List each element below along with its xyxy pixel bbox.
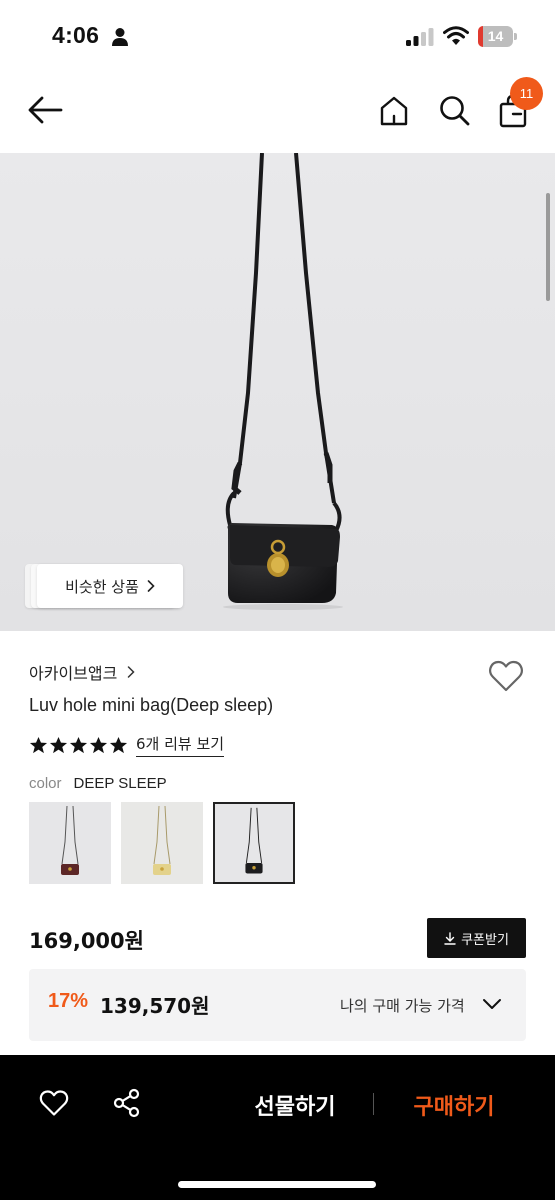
my-price-label: 나의 구매 가능 가격: [340, 997, 465, 1015]
color-selector-label: color DEEP SLEEP: [29, 775, 167, 792]
color-options: [29, 802, 295, 884]
view-reviews-link[interactable]: 6개 리뷰 보기: [136, 733, 225, 757]
divider: [373, 1093, 374, 1115]
rating-row: 6개 리뷰 보기: [29, 733, 225, 757]
download-icon: [444, 931, 456, 945]
product-title: Luv hole mini bag(Deep sleep): [29, 695, 274, 715]
image-scroll-indicator: [546, 193, 550, 301]
chevron-right-icon: [147, 580, 155, 592]
cart-count-badge: 11: [510, 77, 543, 110]
color-option-butter[interactable]: [121, 802, 203, 884]
top-nav: 11: [0, 75, 555, 153]
get-coupon-button[interactable]: 쿠폰받기: [427, 918, 526, 958]
star-icon: [29, 736, 48, 753]
star-icon: [89, 736, 108, 753]
battery-icon: 14: [478, 26, 518, 47]
person-icon: [112, 28, 128, 46]
product-image[interactable]: 비슷한 상품: [0, 153, 555, 631]
color-option-deep-sleep[interactable]: [213, 802, 295, 884]
my-price-panel[interactable]: 17% 139,570원 나의 구매 가능 가격: [29, 969, 526, 1041]
star-rating: [29, 736, 128, 755]
status-bar: 4:06 14: [0, 0, 555, 75]
brand-link[interactable]: 아카이브앱크: [29, 660, 135, 684]
heart-icon[interactable]: [39, 1089, 69, 1117]
star-icon: [109, 736, 128, 753]
star-icon: [69, 736, 88, 753]
share-icon[interactable]: [113, 1088, 141, 1118]
home-indicator: [178, 1181, 376, 1188]
chevron-right-icon: [128, 666, 135, 678]
brand-name: 아카이브앱크: [29, 664, 118, 683]
thumbnail-image: [215, 804, 293, 882]
buy-button[interactable]: 구매하기: [395, 1089, 513, 1121]
star-icon: [49, 736, 68, 753]
status-time: 4:06: [52, 22, 100, 48]
discount-rate: 17%: [48, 990, 89, 1012]
color-option-burgundy[interactable]: [29, 802, 111, 884]
get-coupon-label: 쿠폰받기: [461, 932, 509, 948]
color-label: color: [29, 775, 62, 792]
sale-price: 139,570원: [100, 994, 210, 1018]
original-price: 169,000원: [29, 929, 144, 953]
gift-button[interactable]: 선물하기: [235, 1089, 355, 1121]
home-icon[interactable]: [378, 95, 410, 127]
thumbnail-image: [29, 802, 111, 884]
back-arrow-icon[interactable]: [27, 95, 63, 125]
bottom-action-bar: 선물하기 구매하기: [0, 1055, 555, 1200]
search-icon[interactable]: [438, 94, 470, 126]
battery-percentage: 14: [487, 28, 504, 44]
wifi-icon: [443, 26, 469, 45]
thumbnail-image: [121, 802, 203, 884]
bag-photo: [0, 153, 555, 631]
similar-products-label: 비슷한 상품: [65, 577, 139, 596]
chevron-down-icon[interactable]: [482, 998, 502, 1010]
selected-color: DEEP SLEEP: [73, 775, 167, 792]
similar-products-button[interactable]: 비슷한 상품: [37, 564, 183, 608]
signal-icon: [406, 28, 434, 46]
wishlist-heart-icon[interactable]: [488, 659, 524, 693]
